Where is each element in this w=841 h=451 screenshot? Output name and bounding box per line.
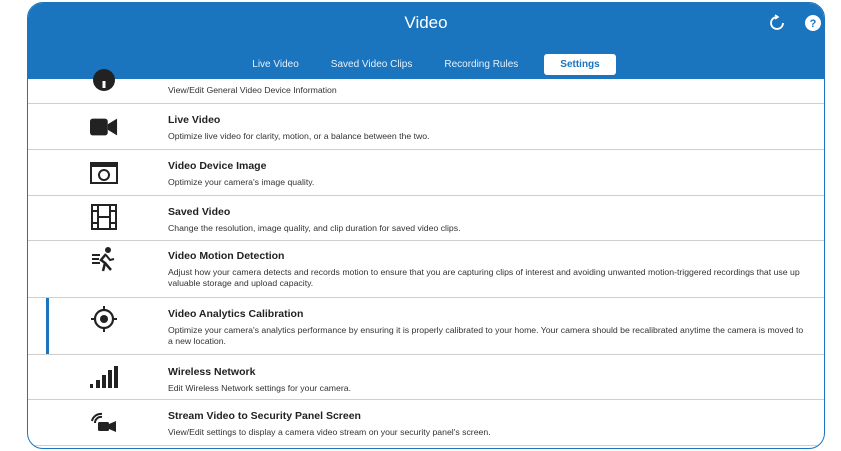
video-camera-icon bbox=[90, 114, 118, 140]
settings-item-title: Wireless Network bbox=[168, 366, 256, 378]
tab-saved-video-clips[interactable]: Saved Video Clips bbox=[315, 54, 429, 75]
settings-item-description: Adjust how your camera detects and recor… bbox=[168, 267, 800, 288]
settings-item-description: Optimize live video for clarity, motion,… bbox=[168, 131, 430, 141]
settings-item-title: Video Analytics Calibration bbox=[168, 308, 304, 320]
settings-item-saved-video[interactable]: Saved Video Change the resolution, image… bbox=[28, 196, 824, 241]
settings-item-title: Saved Video bbox=[168, 206, 231, 218]
film-icon bbox=[90, 204, 118, 230]
settings-item-title: Live Video bbox=[168, 114, 221, 126]
settings-item-video-device-image[interactable]: Video Device Image Optimize your camera'… bbox=[28, 150, 824, 196]
info-icon bbox=[90, 67, 118, 93]
tab-bar: Live Video Saved Video Clips Recording R… bbox=[28, 53, 824, 75]
settings-item-title: Stream Video to Security Panel Screen bbox=[168, 410, 361, 422]
stream-camera-icon bbox=[90, 410, 118, 436]
help-icon[interactable]: ? bbox=[802, 12, 824, 34]
app-window: Video ? Live Video Saved Video Clips Rec… bbox=[27, 2, 825, 449]
settings-item-description: Change the resolution, image quality, an… bbox=[168, 223, 461, 233]
svg-text:?: ? bbox=[810, 18, 817, 30]
refresh-icon[interactable] bbox=[766, 12, 788, 34]
settings-item-live-video[interactable]: Live Video Optimize live video for clari… bbox=[28, 104, 824, 150]
settings-item-description: View/Edit General Video Device Informati… bbox=[168, 85, 337, 95]
settings-item-video-motion-detection[interactable]: Video Motion Detection Adjust how your c… bbox=[28, 241, 824, 298]
settings-item-description: View/Edit settings to display a camera v… bbox=[168, 427, 491, 437]
settings-item-description: Optimize your camera's image quality. bbox=[168, 177, 315, 187]
settings-item-description: Edit Wireless Network settings for your … bbox=[168, 383, 351, 393]
tab-settings[interactable]: Settings bbox=[544, 53, 616, 75]
running-person-icon bbox=[90, 247, 118, 273]
signal-bars-icon bbox=[90, 364, 118, 390]
camera-image-icon bbox=[90, 160, 118, 186]
tab-recording-rules[interactable]: Recording Rules bbox=[428, 54, 534, 75]
settings-item-title: Video Motion Detection bbox=[168, 250, 285, 262]
target-icon bbox=[90, 306, 118, 332]
settings-item-wireless-network[interactable]: Wireless Network Edit Wireless Network s… bbox=[28, 355, 824, 400]
page-title: Video bbox=[404, 13, 448, 32]
settings-item-video-analytics-calibration[interactable]: Video Analytics Calibration Optimize you… bbox=[28, 298, 824, 355]
settings-item-description: Optimize your camera's analytics perform… bbox=[168, 325, 804, 346]
header-bar: Video ? Live Video Saved Video Clips Rec… bbox=[28, 3, 824, 79]
settings-item-title: Video Device Image bbox=[168, 160, 267, 172]
settings-item-general-info[interactable]: View/Edit General Video Device Informati… bbox=[28, 69, 824, 104]
settings-item-stream-video[interactable]: Stream Video to Security Panel Screen Vi… bbox=[28, 400, 824, 446]
tab-live-video[interactable]: Live Video bbox=[236, 54, 315, 75]
